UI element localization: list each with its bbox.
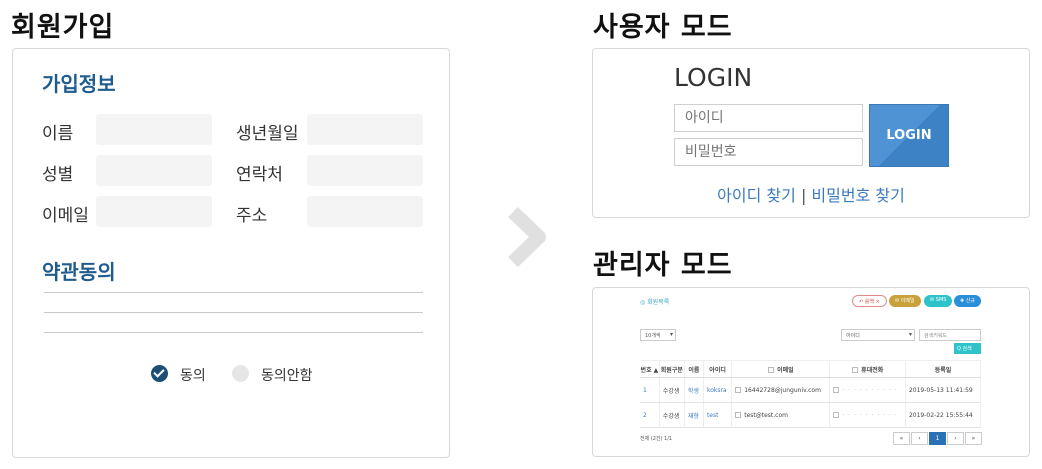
birthdate-label: 생년월일	[236, 124, 299, 144]
cell-date: 2019-05-13 11:41:59	[905, 377, 982, 403]
cell-phone: · · · · · · · · · ·	[829, 377, 906, 403]
cell-name[interactable]: 재형	[684, 402, 704, 428]
cell-email: 16442728@junguniv.com	[731, 377, 831, 403]
cell-id[interactable]: koksra	[703, 377, 733, 403]
link-separator: |	[800, 186, 807, 205]
login-heading: LOGIN	[674, 63, 753, 92]
phone-label: 연락처	[236, 165, 283, 185]
agree-radio[interactable]	[151, 365, 168, 382]
member-list-title: ◎ 회원목록	[640, 299, 670, 306]
col-header[interactable]: 번호 ▲	[640, 360, 660, 378]
search-field-select[interactable]: 아이디	[841, 329, 915, 341]
admin-preview-card: ◎ 회원목록 ↶ 롤백 × ✉ 이메일 ✉ SMS ✚ 신규 10개씩 아이디 …	[592, 287, 1030, 457]
col-header[interactable]: 아이디	[703, 360, 733, 378]
total-count: 전체 (2건) 1/1	[640, 436, 673, 442]
cell-type: 수강생	[659, 377, 685, 403]
terms-divider	[44, 292, 423, 293]
prev-page-button[interactable]: ‹	[911, 432, 928, 445]
disagree-radio[interactable]	[232, 365, 249, 382]
terms-divider	[44, 332, 423, 333]
agree-label: 동의	[180, 368, 206, 384]
gender-input[interactable]	[96, 155, 212, 186]
cell-email: test@test.com	[731, 402, 831, 428]
cell-name[interactable]: 학생	[684, 377, 704, 403]
table-row[interactable]: 2 수강생 재형 test test@test.com · · · · · · …	[640, 402, 982, 428]
email-label: 이메일	[42, 206, 89, 226]
row-checkbox[interactable]	[735, 387, 742, 393]
email-button[interactable]: ✉ 이메일	[889, 295, 921, 307]
member-table: 번호 ▲ 회원구분 이름 아이디 이메일 휴대전화 등록일 1 수강생 학생 k…	[640, 360, 982, 428]
table-row[interactable]: 1 수강생 학생 koksra 16442728@junguniv.com · …	[640, 377, 982, 403]
cell-phone: · · · · · · · · · ·	[829, 402, 906, 428]
terms-section-title: 약관동의	[42, 260, 116, 284]
find-id-link[interactable]: 아이디 찾기	[717, 186, 796, 205]
signup-card: 가입정보 이름 생년월일 성별 연락처 이메일 주소 약관동의 동의 동의안함	[12, 48, 450, 458]
arrow-right-icon	[508, 206, 546, 268]
address-label: 주소	[236, 206, 268, 226]
row-checkbox[interactable]	[833, 412, 840, 418]
select-all-checkbox[interactable]	[768, 367, 775, 373]
search-button[interactable]: Q 검색	[954, 343, 981, 354]
login-button[interactable]: LOGIN	[869, 104, 949, 167]
select-all-checkbox[interactable]	[852, 367, 859, 373]
login-password-input[interactable]	[674, 138, 863, 166]
page-size-select[interactable]: 10개씩	[640, 329, 676, 341]
birthdate-input[interactable]	[307, 114, 423, 145]
info-section-title: 가입정보	[42, 72, 116, 96]
row-checkbox[interactable]	[735, 412, 742, 418]
search-keyword-input[interactable]: 검색키워드	[919, 329, 981, 341]
name-input[interactable]	[96, 114, 212, 145]
admin-mode-title: 관리자 모드	[593, 250, 733, 281]
terms-divider	[44, 312, 423, 313]
cell-no: 1	[640, 377, 660, 403]
col-header[interactable]: 회원구분	[659, 360, 685, 378]
last-page-button[interactable]: »	[965, 432, 982, 445]
new-button[interactable]: ✚ 신규	[954, 295, 981, 307]
gender-label: 성별	[42, 165, 74, 185]
address-input[interactable]	[307, 196, 423, 227]
signup-title: 회원가입	[11, 12, 115, 43]
phone-input[interactable]	[307, 155, 423, 186]
col-header[interactable]: 등록일	[905, 360, 982, 378]
cell-no: 2	[640, 402, 660, 428]
next-page-button[interactable]: ›	[947, 432, 964, 445]
col-header[interactable]: 이름	[684, 360, 704, 378]
user-mode-title: 사용자 모드	[593, 12, 733, 43]
first-page-button[interactable]: «	[893, 432, 910, 445]
name-label: 이름	[42, 124, 74, 144]
sms-button[interactable]: ✉ SMS	[924, 295, 953, 307]
row-checkbox[interactable]	[833, 387, 840, 393]
col-header-email: 이메일	[731, 360, 831, 378]
find-account-links: 아이디 찾기 | 비밀번호 찾기	[593, 182, 1029, 206]
page-1-button[interactable]: 1	[929, 432, 946, 445]
email-input[interactable]	[96, 196, 212, 227]
login-card: LOGIN LOGIN 아이디 찾기 | 비밀번호 찾기	[592, 48, 1030, 218]
disagree-label: 동의안함	[261, 368, 313, 384]
rollback-button[interactable]: ↶ 롤백 ×	[852, 295, 887, 307]
cell-date: 2019-02-22 15:55:44	[905, 402, 982, 428]
login-id-input[interactable]	[674, 104, 863, 132]
cell-type: 수강생	[659, 402, 685, 428]
cell-id[interactable]: test	[703, 402, 733, 428]
find-password-link[interactable]: 비밀번호 찾기	[811, 186, 904, 205]
col-header-phone: 휴대전화	[829, 360, 906, 378]
